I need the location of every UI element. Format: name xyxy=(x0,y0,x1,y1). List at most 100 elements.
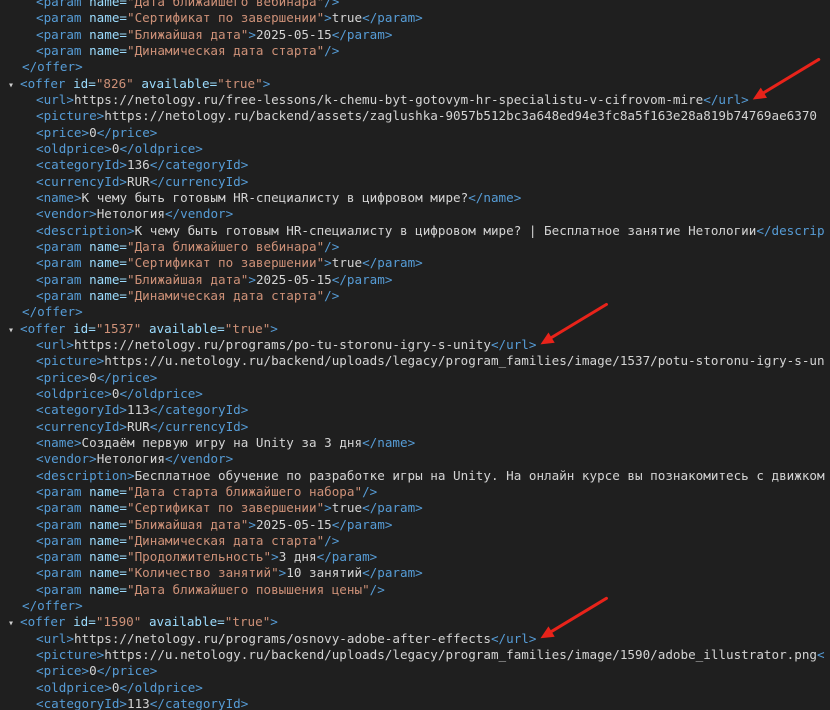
xml-tag: </vendor> xyxy=(164,206,234,222)
xml-tag: </param> xyxy=(331,516,393,532)
xml-attr-name: name= xyxy=(89,549,127,565)
xml-text: https://u.netology.ru/backend/uploads/le… xyxy=(104,353,825,369)
xml-param-line: <param name="Дата ближайшего повышения ц… xyxy=(36,581,385,597)
xml-tag: <param xyxy=(36,287,90,303)
xml-tag-name: description xyxy=(43,222,127,238)
xml-tag: > xyxy=(248,271,256,287)
xml-tag-name: oldprice xyxy=(134,140,196,156)
xml-text: 0 xyxy=(89,369,97,385)
xml-tag-name: name xyxy=(43,434,74,450)
xml-attr-value: Динамическая дата старта xyxy=(134,532,317,548)
xml-attr-name: name= xyxy=(89,271,127,287)
xml-attr-value: true xyxy=(224,75,256,91)
xml-text: Нетология xyxy=(96,206,165,222)
xml-tag: > xyxy=(271,549,279,565)
xml-text: Создаём первую игру на Unity за 3 дня xyxy=(81,434,363,450)
xml-tag-name: picture xyxy=(43,647,97,663)
xml-tag: <param xyxy=(36,516,90,532)
xml-tag: <picture> xyxy=(36,647,105,663)
xml-attr-name: available= xyxy=(141,614,225,630)
xml-tag: </param> xyxy=(362,10,423,26)
xml-element-line: <url>https://netology.ru/programs/po-tu-… xyxy=(0,337,825,353)
xml-tag-name: categoryId xyxy=(43,402,120,418)
xml-tag: </currencyId> xyxy=(149,418,249,434)
xml-tag: </offer> xyxy=(22,598,83,614)
xml-tag: <oldprice> xyxy=(36,679,112,695)
collapse-toggle-icon[interactable]: ▾ xyxy=(8,323,20,339)
xml-attr-value: Ближайшая дата xyxy=(134,516,241,532)
xml-tag-name: vendor xyxy=(43,451,90,467)
xml-tag: < xyxy=(816,647,825,663)
xml-attr-value: Дата ближайшего вебинара xyxy=(134,0,317,9)
xml-tag-name: price xyxy=(43,369,82,385)
xml-tag: /> xyxy=(362,483,378,499)
xml-tag: </name> xyxy=(362,434,416,450)
xml-tag: <price> xyxy=(36,663,90,679)
xml-tag: <currencyId> xyxy=(36,418,128,434)
xml-tag: <description> xyxy=(36,222,135,238)
xml-attr-name: name= xyxy=(89,500,127,516)
xml-tag: <oldprice> xyxy=(36,385,112,401)
xml-tag: </categoryId> xyxy=(149,157,249,173)
xml-attr-value: Сертификат по завершении xyxy=(134,500,317,516)
xml-param-line: <param name="Количество занятий">10 заня… xyxy=(36,565,423,581)
xml-tag: <currencyId> xyxy=(36,173,128,189)
xml-offer-close: </offer> xyxy=(0,59,825,75)
xml-tag: <param xyxy=(36,255,90,271)
xml-attr-value: true xyxy=(232,320,263,336)
xml-element-line: <name>К чему быть готовым HR-специалисту… xyxy=(0,190,825,206)
xml-attr-name: name= xyxy=(89,238,127,254)
xml-element-line: <description>Бесплатное обучение по разр… xyxy=(0,468,825,484)
xml-tag-name: name xyxy=(483,189,514,205)
xml-tag-name: url xyxy=(43,630,67,646)
xml-tag-name: categoryId xyxy=(164,402,241,418)
xml-source-viewer: <param name="Дата ближайшего вебинара"/>… xyxy=(0,0,830,710)
xml-tag: <param xyxy=(36,549,90,565)
xml-tag: </param> xyxy=(331,26,393,42)
xml-tag-name: vendor xyxy=(43,206,90,222)
xml-tag: <param xyxy=(36,483,90,499)
xml-param-line: <param name="Динамическая дата старта"/> xyxy=(36,42,340,58)
collapse-toggle-icon[interactable]: ▾ xyxy=(8,78,20,94)
xml-tag: <param xyxy=(36,532,90,548)
collapse-toggle-icon[interactable]: ▾ xyxy=(8,616,20,632)
xml-tag-name: url xyxy=(43,336,67,352)
xml-tag: <name> xyxy=(36,434,82,450)
xml-tag-name: description xyxy=(43,467,127,483)
xml-text: https://netology.ru/programs/po-tu-storo… xyxy=(73,336,491,352)
xml-tag-name: name xyxy=(377,434,408,450)
xml-attr-value: 1590 xyxy=(103,614,134,630)
xml-tag-name: oldprice xyxy=(43,385,105,401)
xml-text: true xyxy=(331,255,363,271)
xml-attr-name: name= xyxy=(89,42,127,58)
xml-attr-name: id= xyxy=(73,320,96,336)
xml-tag: </url> xyxy=(490,630,537,646)
xml-tag: </vendor> xyxy=(164,451,234,467)
xml-attr-name: available= xyxy=(141,320,225,336)
xml-lines: <param name="Дата ближайшего вебинара"/>… xyxy=(0,0,825,710)
xml-tag-name: categoryId xyxy=(43,157,120,173)
xml-text: 2025-05-15 xyxy=(255,26,332,42)
xml-tag: /> xyxy=(369,581,385,597)
xml-tag: <url> xyxy=(36,630,74,646)
xml-tag: > xyxy=(248,26,256,42)
xml-tag: <param xyxy=(36,500,90,516)
xml-tag: <picture> xyxy=(36,108,105,124)
xml-element-line: <oldprice>0</oldprice> xyxy=(0,680,825,696)
xml-text: Бесплатное обучение по разработке игры н… xyxy=(134,467,825,483)
xml-tag-name: name xyxy=(43,189,74,205)
xml-attr-name: id= xyxy=(73,614,96,630)
xml-param-line: <param name="Продолжительность">3 дня</p… xyxy=(36,549,378,565)
xml-param-line: <param name="Дата старта ближайшего набо… xyxy=(36,483,378,499)
xml-element-line: <oldprice>0</oldprice> xyxy=(0,141,825,157)
xml-element-line: <categoryId>113</categoryId> xyxy=(0,696,825,710)
xml-tag: <param xyxy=(36,42,90,58)
xml-tag: </param> xyxy=(362,565,423,581)
xml-text: https://netology.ru/programs/osnovy-adob… xyxy=(73,630,491,646)
xml-element-line: <url>https://netology.ru/programs/osnovy… xyxy=(0,631,825,647)
xml-text: 2025-05-15 xyxy=(255,516,332,532)
xml-attr-value: true xyxy=(232,614,263,630)
xml-text: 2025-05-15 xyxy=(255,271,332,287)
xml-tag: <name> xyxy=(36,189,82,205)
xml-tag: </oldprice> xyxy=(119,385,203,401)
